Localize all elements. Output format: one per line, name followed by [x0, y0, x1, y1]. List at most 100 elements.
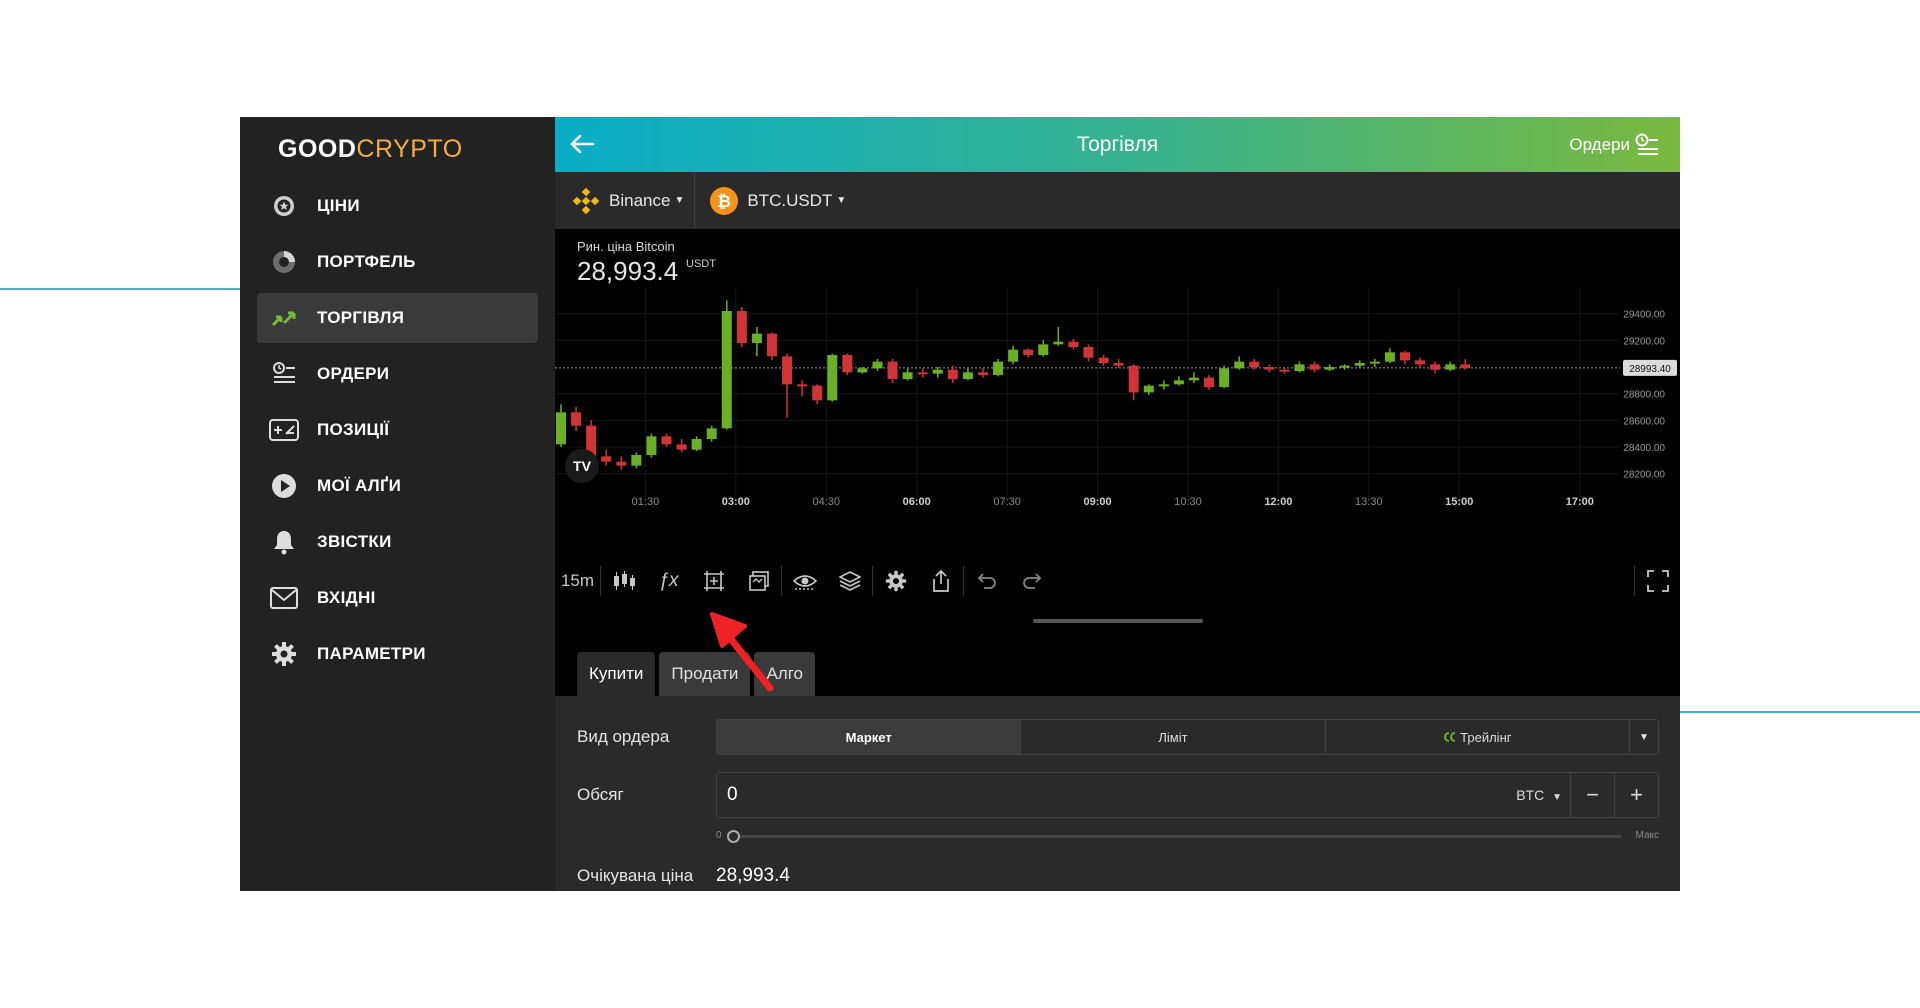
candle-body — [736, 311, 747, 343]
drag-handle[interactable] — [1033, 619, 1203, 623]
visibility-button[interactable] — [782, 559, 827, 603]
candle-body — [1460, 364, 1471, 368]
indicators-button[interactable]: ƒx — [646, 559, 691, 603]
gear-icon — [885, 570, 906, 592]
chart-area[interactable]: 29400.00 29200.00 28800.00 28600.00 28400.00… — [555, 229, 1680, 559]
candle-body — [947, 369, 958, 379]
quantity-unit-selector[interactable]: BTC ▼ — [1516, 787, 1570, 803]
candle-body — [842, 355, 853, 373]
order-type-dropdown[interactable]: ▼ — [1629, 720, 1658, 754]
candle-body — [751, 333, 762, 343]
candle-body — [887, 361, 898, 379]
x-tick-label: 06:00 — [903, 496, 931, 508]
candle-body — [1083, 347, 1094, 358]
fullscreen-button[interactable] — [1635, 559, 1680, 603]
undo-icon — [977, 573, 996, 589]
caret-down-icon: ▼ — [1639, 731, 1649, 743]
candle-body — [1128, 365, 1139, 393]
pair-selector[interactable]: ₿ BTC.USDT ▼ — [695, 172, 860, 229]
exchange-selector[interactable]: Binance ▼ — [555, 172, 696, 229]
sidebar-item-prices[interactable]: ЦІНИ — [257, 181, 538, 231]
increment-button[interactable]: + — [1614, 773, 1658, 817]
candle-body — [797, 384, 808, 387]
candlestick-chart[interactable]: 29400.00 29200.00 28800.00 28600.00 28400.00… — [555, 229, 1680, 559]
sidebar-item-label: ПОРТФЕЛЬ — [317, 252, 416, 271]
candle-body — [1219, 368, 1230, 387]
sidebar-item-portfolio[interactable]: ПОРТФЕЛЬ — [257, 237, 538, 287]
order-type-selector: Маркет Ліміт Трейлінг ▼ — [716, 719, 1659, 755]
layers-icon — [838, 571, 861, 591]
sidebar-item-my-algos[interactable]: МОЇ АЛҐИ — [257, 461, 538, 511]
redo-button[interactable] — [1009, 559, 1054, 603]
slider-min-label: 0 — [716, 830, 722, 841]
crosshair-frame-icon — [703, 571, 724, 591]
indicators-icon: ƒx — [658, 570, 679, 591]
sidebar-item-positions[interactable]: ПОЗИЦІЇ — [257, 405, 538, 455]
orders-list-icon — [1635, 133, 1658, 155]
chart-toolbar: 15m ƒx — [555, 559, 1680, 603]
orders-link-label: Ордери — [1569, 135, 1630, 154]
candle-body — [827, 355, 838, 401]
sidebar-item-label: ПАРАМЕТРИ — [317, 644, 426, 663]
decrement-button[interactable]: − — [1570, 773, 1614, 817]
candle-body — [1188, 377, 1199, 381]
candle-body — [1008, 349, 1019, 362]
quantity-input[interactable] — [717, 784, 1517, 806]
sidebar-item-settings[interactable]: ПАРАМЕТРИ — [257, 629, 538, 679]
chart-settings-button[interactable] — [873, 559, 918, 603]
candle-body — [1430, 364, 1441, 370]
tab-sell[interactable]: Продати — [659, 652, 751, 696]
candle-body — [1294, 364, 1305, 371]
tradingview-logo: TV — [573, 458, 592, 474]
sidebar-item-trading[interactable]: ТОРГІВЛЯ — [257, 293, 538, 343]
quantity-slider[interactable]: 0 Макс — [716, 829, 1659, 843]
undo-button[interactable] — [964, 559, 1009, 603]
candle-body — [977, 372, 988, 375]
sidebar-item-orders[interactable]: ОРДЕРИ — [257, 349, 538, 399]
sidebar-item-notifications[interactable]: ЗВІСТКИ — [257, 517, 538, 567]
slider-knob[interactable] — [727, 830, 740, 843]
positions-icon — [269, 415, 299, 445]
candle-body — [962, 372, 973, 379]
share-button[interactable] — [918, 559, 963, 603]
candle-body — [1354, 363, 1365, 366]
trade-arrows-icon — [269, 303, 299, 333]
candle-body — [782, 356, 793, 385]
crosshair-frame-button[interactable] — [691, 559, 736, 603]
order-type-trailing[interactable]: Трейлінг — [1325, 720, 1630, 754]
order-type-limit[interactable]: Ліміт — [1021, 720, 1326, 754]
y-tick-label: 29400.00 — [1623, 310, 1665, 321]
candle-body — [1279, 369, 1290, 372]
candle-body — [1264, 367, 1275, 370]
quantity-unit-label: BTC — [1516, 787, 1545, 803]
x-tick-label: 10:30 — [1174, 496, 1202, 508]
sidebar-item-inbox[interactable]: ВХІДНІ — [257, 573, 538, 623]
y-tick-label: 28400.00 — [1623, 443, 1665, 454]
layers-button[interactable] — [827, 559, 872, 603]
tab-buy[interactable]: Купити — [577, 652, 656, 696]
candle-body — [1068, 341, 1079, 347]
svg-text:₿: ₿ — [717, 192, 731, 211]
compare-button[interactable] — [736, 559, 781, 603]
candle-body — [676, 444, 687, 450]
candle-body — [691, 439, 702, 450]
visibility-icon — [792, 575, 817, 590]
orders-link[interactable]: Ордери — [1569, 132, 1660, 158]
slider-track[interactable] — [734, 835, 1621, 838]
order-type-trailing-label: Трейлінг — [1460, 729, 1512, 745]
candle-body — [616, 461, 627, 466]
y-tick-label: 28200.00 — [1623, 470, 1665, 481]
candles-type-button[interactable] — [601, 559, 646, 603]
compare-icon — [748, 571, 769, 591]
logo-crypto: CRYPTO — [356, 135, 463, 163]
interval-button[interactable]: 15m — [555, 559, 600, 603]
x-tick-label: 13:30 — [1355, 496, 1383, 508]
order-type-market[interactable]: Маркет — [717, 720, 1022, 754]
candle-body — [1384, 352, 1395, 362]
candle-body — [857, 368, 868, 373]
candle-body — [902, 372, 913, 379]
tab-algo[interactable]: Алго — [754, 652, 815, 696]
sidebar-item-label: ТОРГІВЛЯ — [317, 308, 405, 327]
candle-body — [1113, 363, 1124, 366]
decorative-line-left — [0, 288, 240, 290]
